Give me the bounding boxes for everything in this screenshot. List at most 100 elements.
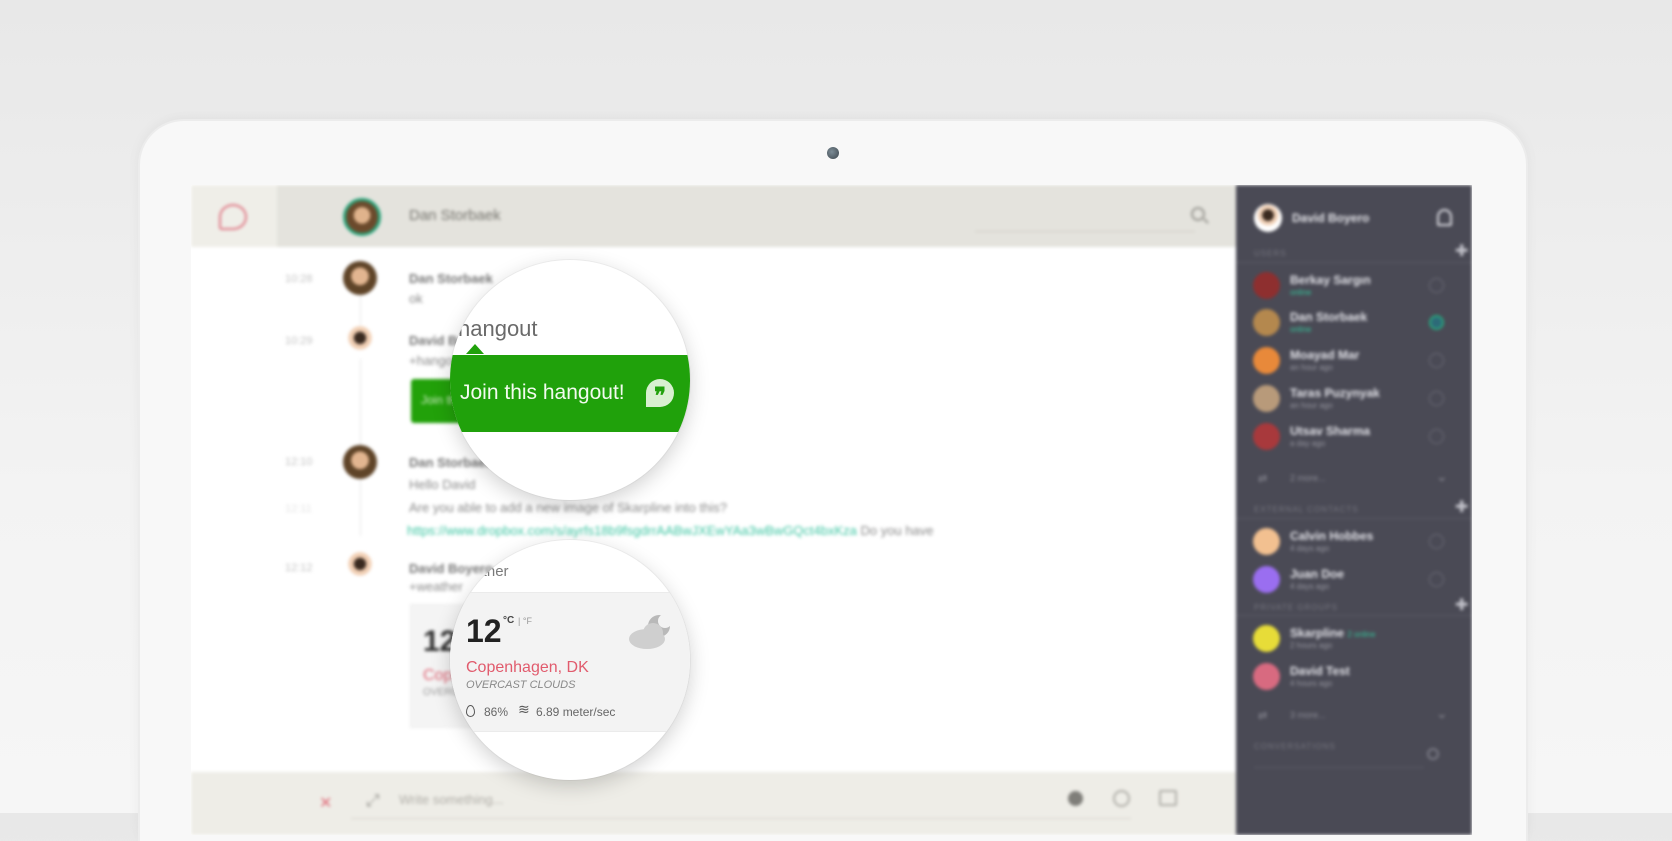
section-external-label: EXTERNAL CONTACTS	[1254, 505, 1359, 514]
message-time: 12:10	[285, 456, 313, 468]
wind-value: 6.89 meter/sec	[536, 705, 616, 719]
chevron-down-icon: ⌄	[1436, 705, 1448, 721]
message-avatar[interactable]	[343, 551, 377, 585]
search-icon[interactable]	[1427, 748, 1439, 760]
emoji-icon[interactable]	[1068, 791, 1083, 806]
contact-name: Juan Doe	[1290, 567, 1345, 581]
contact-avatar	[1253, 385, 1280, 412]
add-user-icon[interactable]: ✚	[1455, 241, 1468, 261]
contact-name: Dan Storbaek	[1290, 310, 1368, 324]
status-ring	[1429, 534, 1444, 549]
message-link-line: https://www.dropbox.com/s/ayrfs18b9fsgdr…	[407, 523, 934, 538]
group-online-badge: 2 online	[1347, 630, 1376, 639]
divider	[1236, 518, 1472, 519]
message-text: Do you have	[860, 523, 934, 538]
expand-icon[interactable]: ⤢	[366, 791, 380, 811]
contact-item[interactable]: Moayad Mar an hour ago	[1236, 344, 1472, 382]
contact-name: Dan Storbaek	[409, 207, 501, 224]
contact-avatar	[1253, 347, 1280, 374]
status-ring	[1429, 429, 1444, 444]
message-composer: ✕ ⤢ Write something...	[191, 772, 1236, 835]
groups-more-toggle[interactable]: ⇄ 3 more... ⌄	[1236, 705, 1472, 731]
smile-icon[interactable]	[1113, 790, 1130, 807]
app-logo[interactable]	[191, 185, 277, 247]
add-group-icon[interactable]: ✚	[1455, 595, 1468, 615]
status-ring	[1429, 391, 1444, 406]
laptop-frame: Dan Storbaek 10:28 Dan Storbaek ok 10:29…	[140, 121, 1526, 841]
users-more-toggle[interactable]: ⇄ 2 more... ⌄	[1236, 468, 1472, 494]
unit-fahrenheit[interactable]: | °F	[518, 616, 532, 626]
message-avatar[interactable]	[343, 261, 377, 295]
join-hangout-label: Join this hangout!	[460, 381, 625, 404]
contact-item[interactable]: Calvin Hobbes 4 days ago	[1236, 525, 1472, 563]
hangouts-icon: ❞	[646, 379, 674, 408]
status-ring	[1429, 572, 1444, 587]
contact-status: an hour ago	[1290, 401, 1333, 410]
message-input-underline	[351, 818, 1131, 819]
app-screen: Dan Storbaek 10:28 Dan Storbaek ok 10:29…	[191, 185, 1472, 835]
status-ring	[1429, 353, 1444, 368]
header-search-input[interactable]	[975, 231, 1195, 232]
message-text: ok	[409, 291, 423, 306]
weather-city: Copenhagen, DK	[466, 659, 589, 676]
chevron-down-icon: ⌄	[1436, 468, 1448, 484]
blurred-app: Dan Storbaek 10:28 Dan Storbaek ok 10:29…	[191, 185, 1472, 835]
message-author[interactable]: Dan Storbaek	[409, 271, 493, 286]
group-status: 4 hours ago	[1290, 679, 1333, 688]
divider	[1236, 615, 1472, 616]
message-time: 12:11	[285, 503, 312, 515]
timeline-line	[360, 280, 361, 536]
message-avatar[interactable]	[343, 445, 377, 479]
dropbox-link[interactable]: https://www.dropbox.com/s/ayrfs18b9fsgdr…	[407, 523, 857, 538]
contact-name: Berkay Sargın	[1290, 273, 1371, 287]
contact-item[interactable]: Berkay Sargın online	[1236, 269, 1472, 307]
sidebar-search-input[interactable]	[1254, 767, 1424, 768]
contact-name: Calvin Hobbes	[1290, 529, 1374, 543]
contact-avatar	[1253, 566, 1280, 593]
contact-status: 4 days ago	[1290, 544, 1330, 553]
chat-header: Dan Storbaek	[191, 185, 1236, 247]
message-time: 10:29	[285, 335, 313, 347]
webcam	[827, 147, 839, 159]
contact-avatar	[1253, 528, 1280, 555]
divider	[1236, 262, 1472, 263]
users-icon: ⇄	[1258, 473, 1268, 485]
add-external-icon[interactable]: ✚	[1455, 497, 1468, 517]
cloud-icon	[629, 614, 672, 649]
bubble-pointer	[466, 344, 484, 354]
status-ring	[1429, 278, 1444, 293]
contact-name: Moayad Mar	[1290, 348, 1360, 362]
contact-item[interactable]: Juan Doe 4 days ago	[1236, 563, 1472, 601]
pin-icon[interactable]: ✕	[319, 793, 332, 813]
contact-name: Utsav Sharma	[1290, 424, 1371, 438]
humidity-value: 86%	[484, 705, 509, 719]
contact-avatar	[1253, 272, 1280, 299]
contact-status: an hour ago	[1290, 363, 1333, 372]
contact-item[interactable]: Dan Storbaek online	[1236, 306, 1472, 344]
contact-name: Taras Puzynyak	[1290, 386, 1380, 400]
image-upload-icon[interactable]	[1159, 790, 1177, 806]
message-avatar[interactable]	[343, 325, 377, 359]
contact-item[interactable]: Taras Puzynyak an hour ago	[1236, 382, 1472, 420]
contact-avatar[interactable]	[343, 198, 381, 236]
unit-celsius[interactable]: °C	[503, 615, 514, 626]
more-text: 3 more...	[1290, 710, 1326, 720]
bell-icon[interactable]	[1437, 209, 1452, 226]
contact-item[interactable]: Utsav Sharma a day ago	[1236, 420, 1472, 458]
weather-temp: 12	[466, 613, 502, 649]
my-avatar[interactable]	[1254, 204, 1282, 232]
message-text: Hello David	[409, 477, 476, 492]
contact-avatar	[1253, 423, 1280, 450]
hangout-keyword: hangout	[458, 316, 538, 341]
join-hangout-banner[interactable]: Join this hangout! ❞	[450, 355, 690, 432]
contacts-sidebar: David Boyero USERS ✚ Berkay Sargın onlin…	[1236, 185, 1472, 835]
wind-icon: ≋	[518, 701, 530, 717]
contact-status: 4 days ago	[1290, 582, 1330, 591]
search-icon[interactable]	[1191, 207, 1205, 221]
group-item[interactable]: David Test 4 hours ago	[1236, 660, 1472, 698]
group-item[interactable]: Skarpline 2 online 2 hours ago	[1236, 622, 1472, 660]
chat-logo-icon	[219, 204, 247, 230]
my-name[interactable]: David Boyero	[1292, 211, 1369, 225]
section-users-label: USERS	[1254, 249, 1287, 258]
message-input[interactable]: Write something...	[399, 792, 504, 807]
